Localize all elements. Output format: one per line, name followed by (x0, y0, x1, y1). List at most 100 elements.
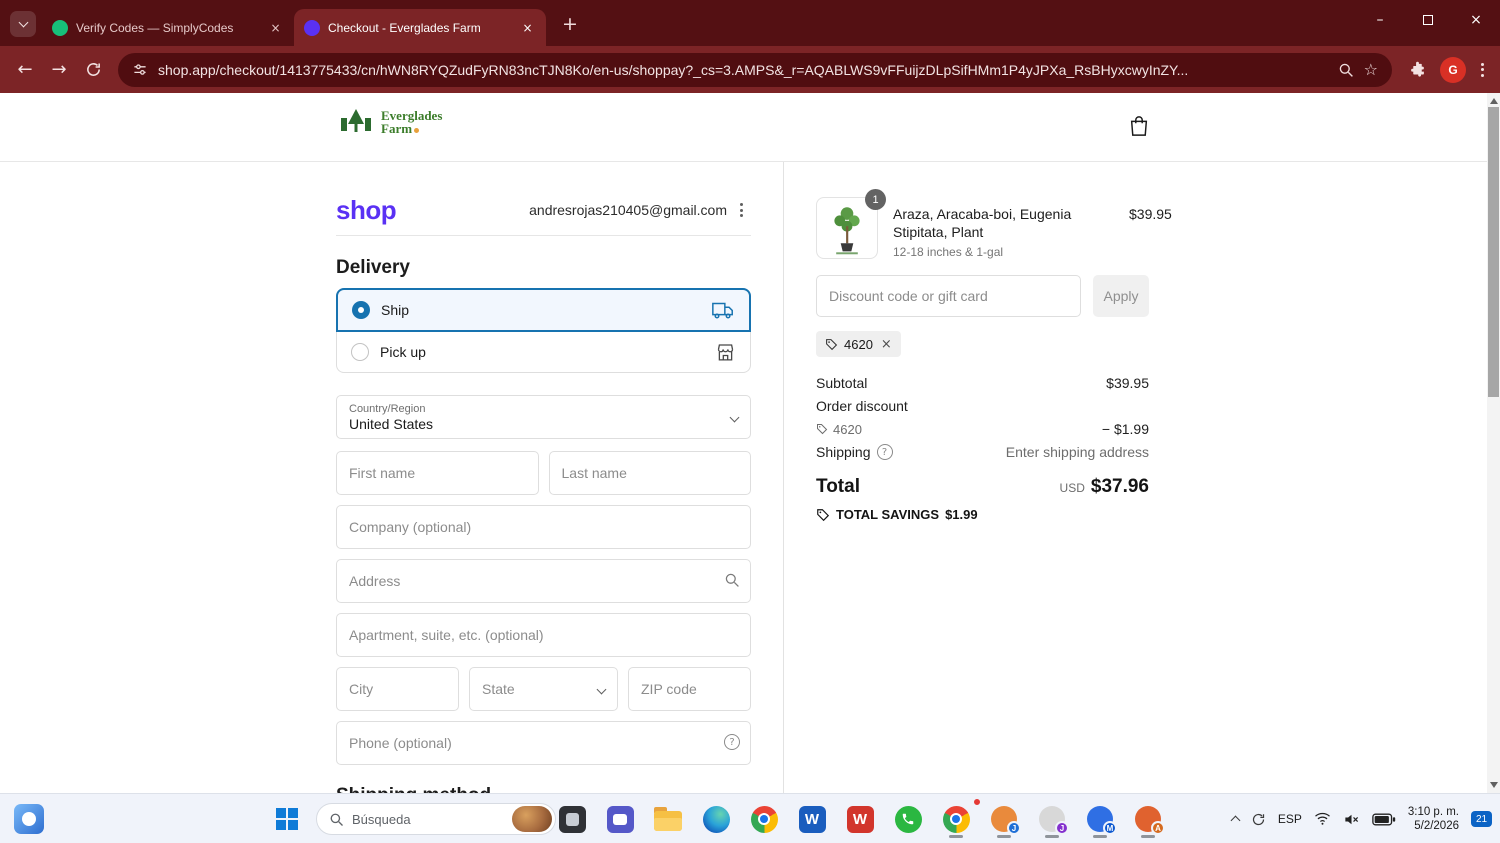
state-select[interactable]: State (469, 667, 618, 711)
app-icon-dark-window[interactable] (548, 799, 596, 839)
zoom-icon[interactable] (1338, 62, 1354, 78)
close-window-button[interactable]: × (1452, 0, 1500, 40)
back-button[interactable]: ← (8, 53, 42, 87)
notification-count-badge[interactable]: 21 (1471, 811, 1492, 827)
country-select[interactable]: Country/Region United States (336, 395, 751, 439)
scrollbar-thumb[interactable] (1488, 107, 1499, 397)
country-value: United States (349, 415, 434, 432)
delivery-option-pickup[interactable]: Pick up (336, 332, 751, 373)
maximize-icon (1423, 15, 1433, 25)
url-bar[interactable]: shop.app/checkout/1413775433/cn/hWN8RYQZ… (118, 52, 1392, 87)
cart-item: 1 Araza, Aracaba-boi, Eugenia Stipitata,… (816, 189, 1172, 259)
radio-selected-icon[interactable] (352, 301, 370, 319)
tray-chevron-up-icon[interactable] (1230, 815, 1241, 826)
maximize-button[interactable] (1404, 0, 1452, 40)
language-indicator[interactable]: ESP (1278, 812, 1302, 826)
address-input[interactable] (336, 559, 751, 603)
browser-toolbar: ← → shop.app/checkout/1413775433/cn/hWN8… (0, 46, 1500, 93)
apartment-input[interactable] (336, 613, 751, 657)
discount-chip-code: 4620 (844, 336, 873, 352)
app-icon-whatsapp[interactable] (884, 799, 932, 839)
widgets-weather-icon[interactable] (14, 804, 44, 834)
tag-icon (817, 424, 828, 435)
product-price: $39.95 (1129, 206, 1172, 222)
battery-icon[interactable] (1372, 813, 1396, 826)
reload-button[interactable] (76, 53, 110, 87)
taskbar-search-input[interactable] (352, 811, 504, 827)
tray-update-icon[interactable] (1251, 812, 1266, 827)
account-row: shop andresrojas210405@gmail.com (336, 195, 751, 225)
browser-tab-simplycodes[interactable]: Verify Codes — SimplyCodes × (42, 9, 294, 46)
wifi-icon[interactable] (1314, 812, 1331, 826)
chevron-down-icon (18, 17, 28, 28)
discount-chip[interactable]: 4620 × (816, 331, 901, 357)
tab-title: Verify Codes — SimplyCodes (76, 20, 234, 35)
minimize-button[interactable]: – (1356, 0, 1404, 40)
app-icon-edge[interactable] (692, 799, 740, 839)
tab-close-icon[interactable]: × (267, 19, 284, 36)
new-tab-button[interactable]: + (556, 10, 584, 38)
reload-icon (86, 63, 100, 76)
browser-tab-checkout[interactable]: Checkout - Everglades Farm × (294, 9, 546, 46)
start-button[interactable] (276, 808, 298, 830)
cart-button[interactable] (1124, 111, 1154, 141)
url-text[interactable]: shop.app/checkout/1413775433/cn/hWN8RYQZ… (158, 62, 1328, 78)
site-info-icon[interactable] (132, 62, 148, 78)
company-input[interactable] (336, 505, 751, 549)
search-highlight-image[interactable] (512, 806, 552, 832)
forward-button[interactable]: → (42, 53, 76, 87)
checkout-form-column: shop andresrojas210405@gmail.com Deliver… (336, 162, 751, 793)
page-scrollbar[interactable] (1487, 93, 1500, 793)
phone-input[interactable] (336, 721, 751, 765)
taskbar-app-icons: W W J J M A (548, 797, 1172, 839)
discount-code-input[interactable] (816, 275, 1081, 317)
first-name-input[interactable] (336, 451, 539, 495)
radio-unselected-icon[interactable] (351, 343, 369, 361)
browser-menu-button[interactable] (1472, 58, 1492, 82)
store-logo[interactable]: Everglades Farm (338, 107, 442, 137)
country-label: Country/Region (349, 402, 426, 415)
scroll-up-arrow-icon[interactable] (1490, 98, 1498, 104)
volume-muted-icon[interactable] (1343, 812, 1360, 827)
remove-discount-icon[interactable]: × (881, 337, 892, 352)
tab-search-button[interactable] (10, 11, 36, 37)
extensions-button[interactable] (1400, 53, 1434, 87)
app-icon-w-red[interactable]: W (836, 799, 884, 839)
delivery-option-ship[interactable]: Ship (336, 288, 751, 332)
phone-help-icon[interactable]: ? (724, 734, 740, 750)
app-icon-word[interactable]: W (788, 799, 836, 839)
scroll-down-arrow-icon[interactable] (1490, 782, 1498, 788)
tab-close-icon[interactable]: × (519, 19, 536, 36)
order-discount-value: − $1.99 (1101, 421, 1149, 437)
clock-date: 5/2/2026 (1414, 820, 1459, 832)
window-controls: – × (1356, 0, 1500, 40)
shipping-help-icon[interactable]: ? (876, 444, 893, 460)
app-icon-profile-4[interactable]: A (1124, 799, 1172, 839)
discount-row: Apply (816, 275, 1149, 317)
app-icon-chrome[interactable] (740, 799, 788, 839)
zip-input[interactable] (628, 667, 751, 711)
taskbar-clock[interactable]: 3:10 p. m. 5/2/2026 (1408, 805, 1459, 833)
profile-avatar[interactable]: G (1440, 56, 1466, 83)
store-logo-line2: Farm (381, 122, 442, 135)
search-icon (330, 813, 343, 826)
delivery-options: Ship Pick up (336, 288, 751, 373)
app-icon-chat[interactable] (596, 799, 644, 839)
app-icon-profile-1[interactable]: J (980, 799, 1028, 839)
apply-button[interactable]: Apply (1093, 275, 1149, 317)
app-icon-profile-3[interactable]: M (1076, 799, 1124, 839)
pickup-label: Pick up (380, 344, 426, 360)
app-icon-profile-2[interactable]: J (1028, 799, 1076, 839)
app-icon-chrome-active[interactable] (932, 797, 982, 839)
app-icon-file-explorer[interactable] (644, 799, 692, 839)
simplycodes-favicon (52, 19, 68, 36)
chevron-down-icon (729, 412, 740, 422)
subtotal-value: $39.95 (1106, 375, 1149, 391)
taskbar-search[interactable] (316, 803, 556, 835)
bookmark-star-icon[interactable]: ☆ (1364, 60, 1378, 79)
city-input[interactable] (336, 667, 459, 711)
account-menu-button[interactable] (731, 198, 751, 222)
city-state-zip-row: State (336, 667, 751, 711)
last-name-input[interactable] (548, 451, 751, 495)
phone-icon (902, 813, 914, 825)
